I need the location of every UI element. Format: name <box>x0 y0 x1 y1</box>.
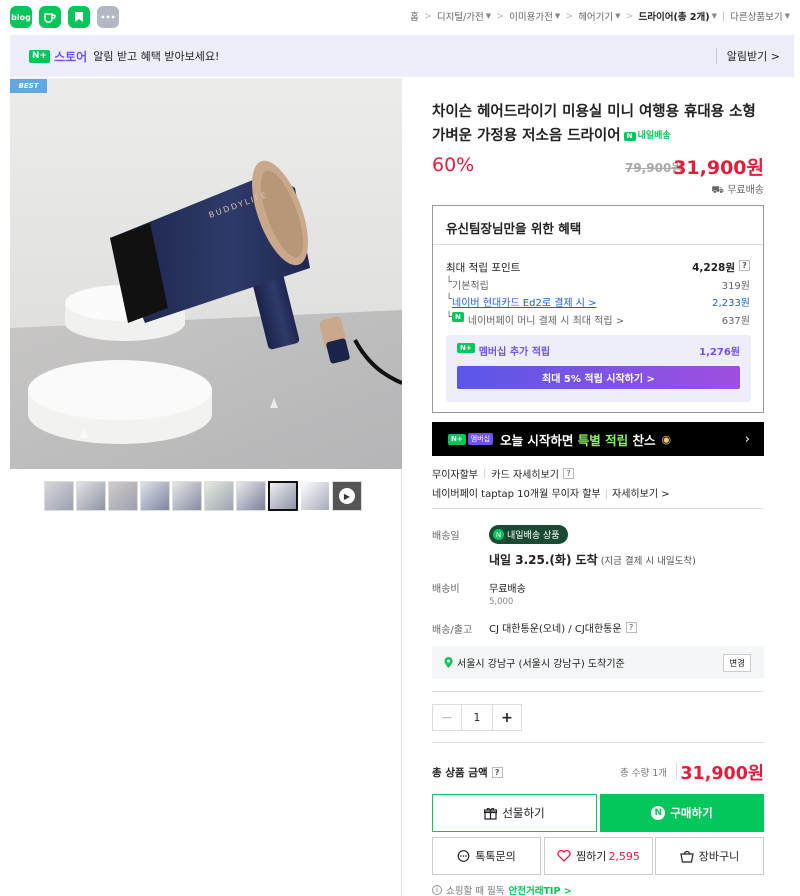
breadcrumb-home[interactable]: 홈 <box>410 9 419 23</box>
blog-icon[interactable]: blog <box>10 6 32 28</box>
safety-tip-link[interactable]: 안전거래TIP > <box>508 883 571 896</box>
thumbnail-strip: ▶ <box>44 481 362 511</box>
gift-icon <box>484 807 498 820</box>
membership-start-button[interactable]: 최대 5% 적립 시작하기 > <box>457 366 740 389</box>
talk-inquiry-button[interactable]: 톡톡문의 <box>432 837 541 875</box>
total-quantity: 총 수량 1개 <box>620 768 668 779</box>
npay-installment-info: 네이버페이 taptap 10개월 무이자 할부 | 자세히보기 > <box>432 489 670 500</box>
divider <box>433 244 763 245</box>
chevron-right-icon: › <box>744 431 750 447</box>
thumbnail-4[interactable] <box>140 481 170 511</box>
product-main-image[interactable]: BUDDYLIFE <box>10 78 402 469</box>
divider <box>432 691 764 692</box>
help-icon[interactable]: ? <box>625 622 637 633</box>
card-detail-link[interactable]: 카드 자세히보기 <box>491 466 559 481</box>
total-price: 31,900원 <box>680 764 764 784</box>
shipping-fee-sub: 5,000 <box>489 597 514 607</box>
help-icon[interactable]: ? <box>491 767 503 778</box>
thumbnail-7[interactable] <box>236 481 266 511</box>
wishlist-button[interactable]: 찜하기 2,595 <box>544 837 653 875</box>
quantity-input[interactable]: 1 <box>461 705 493 730</box>
quantity-plus-button[interactable]: + <box>493 705 521 730</box>
tomorrow-delivery-badge: N 내일배송 상품 <box>489 525 568 544</box>
npay-icon: N <box>452 312 464 322</box>
nplus-logo: N+ <box>29 49 51 63</box>
membership-row: N+ 멤버십 추가 적립 1,276원 <box>457 343 740 358</box>
help-icon[interactable]: ? <box>739 260 750 271</box>
buy-button[interactable]: N 구매하기 <box>600 794 764 832</box>
thumbnail-9[interactable] <box>300 481 330 511</box>
benefit-row-npay[interactable]: └ N 네이버페이 머니 결제 시 최대 적립 >637원 <box>446 312 750 327</box>
npay-icon: N <box>651 806 666 820</box>
location-pin-icon <box>444 657 453 668</box>
discount-rate: 60% <box>432 154 475 176</box>
breadcrumb-beauty[interactable]: 이미용가전 <box>509 9 553 23</box>
divider <box>676 762 677 780</box>
product-title: 차이슨 헤어드라이기 미용실 미니 여행용 휴대용 소형 가벼운 가정용 저소음… <box>432 100 764 148</box>
divider <box>432 508 764 509</box>
gift-button[interactable]: 선물하기 <box>432 794 597 832</box>
benefit-row-card[interactable]: └ 네이버 현대카드 Ed2로 결제 시 >2,233원 <box>446 294 750 309</box>
address-box: 서울시 강남구 (서울시 강남구) 도착기준 변경 <box>432 646 764 679</box>
arrival-date: 내일 3.25.(화) 도착 (지금 결제 시 내일도착) <box>489 553 696 567</box>
chat-icon <box>457 849 470 863</box>
store-alarm-banner: N+ 스토어 알림 받고 혜택 받아보세요! 알림받기 > <box>10 35 794 77</box>
quantity-minus-button[interactable]: − <box>433 705 461 730</box>
address-text: 서울시 강남구 (서울시 강남구) 도착기준 <box>457 659 625 670</box>
tomorrow-delivery-tag: N 내일배송 <box>623 124 671 148</box>
help-icon[interactable]: ? <box>562 468 574 479</box>
thumbnail-3[interactable] <box>108 481 138 511</box>
quantity-stepper: − 1 + <box>432 704 522 731</box>
max-points-row: 최대 적립 포인트 4,228원? <box>446 260 750 275</box>
best-badge: BEST <box>10 79 47 93</box>
bookmark-icon[interactable] <box>68 6 90 28</box>
cafe-icon[interactable] <box>39 6 61 28</box>
change-address-button[interactable]: 변경 <box>723 653 751 672</box>
video-thumbnail[interactable]: ▶ <box>332 481 362 511</box>
carrier-label: 배송/출고 <box>432 625 473 636</box>
banner-text: 알림 받고 혜택 받아보세요! <box>93 50 220 63</box>
nplus-icon: N+ <box>457 343 475 353</box>
more-icon[interactable]: ••• <box>97 6 119 28</box>
membership-promo-banner[interactable]: N+ 멤버십 오늘 시작하면 특별 적립 찬스 ◉ › <box>432 422 764 456</box>
total-label: 총 상품 금액? <box>432 765 503 780</box>
thumbnail-2[interactable] <box>76 481 106 511</box>
benefit-row-basic: └ 기본적립 319원 <box>446 277 750 292</box>
cart-icon <box>680 850 694 863</box>
alarm-button[interactable]: 알림받기 > <box>715 48 780 64</box>
benefit-heading: 유신팀장님만을 위한 혜택 <box>446 221 582 236</box>
truck-icon: ⛟ <box>711 185 728 196</box>
divider <box>432 742 764 743</box>
breadcrumb-other[interactable]: 다른상품보기 <box>730 9 782 23</box>
thumbnail-8[interactable] <box>268 481 298 511</box>
info-icon: i <box>432 885 442 895</box>
coins-icon: ◉ <box>661 432 672 446</box>
sale-price: 31,900원 <box>673 157 764 179</box>
thumbnail-5[interactable] <box>172 481 202 511</box>
play-icon: ▶ <box>339 488 355 504</box>
breadcrumb-digital[interactable]: 디지털/가전 <box>437 9 484 23</box>
nplus-icon: N+ <box>448 433 466 445</box>
store-label: 스토어 <box>54 49 88 64</box>
shipping-fee-label: 배송비 <box>432 584 460 595</box>
shipping-fee: 무료배송 <box>489 584 526 595</box>
npay-detail-link[interactable]: 자세히보기 > <box>612 489 670 500</box>
breadcrumb-dryer[interactable]: 드라이어(총 2개) <box>639 9 710 23</box>
cart-button[interactable]: 장바구니 <box>655 837 764 875</box>
app-icons: blog ••• <box>10 6 119 28</box>
carrier: CJ 대한통운(오네) / CJ대한통운? <box>489 620 637 635</box>
thumbnail-6[interactable] <box>204 481 234 511</box>
installment-info: 무이자할부 | 카드 자세히보기? <box>432 466 574 481</box>
safety-tip: i 쇼핑할 때 필독 안전거래TIP > <box>432 883 572 896</box>
heart-icon <box>557 850 571 862</box>
breadcrumb-hair[interactable]: 헤어기기 <box>578 9 613 23</box>
thumbnail-1[interactable] <box>44 481 74 511</box>
delivery-date-label: 배송일 <box>432 531 460 542</box>
breadcrumb: 홈 > 디지털/가전 ▼ > 이미용가전 ▼ > 헤어기기 ▼ > 드라이어(총 2개) ▼ | … <box>410 9 790 24</box>
free-shipping: ⛟ 무료배송 <box>711 185 764 196</box>
